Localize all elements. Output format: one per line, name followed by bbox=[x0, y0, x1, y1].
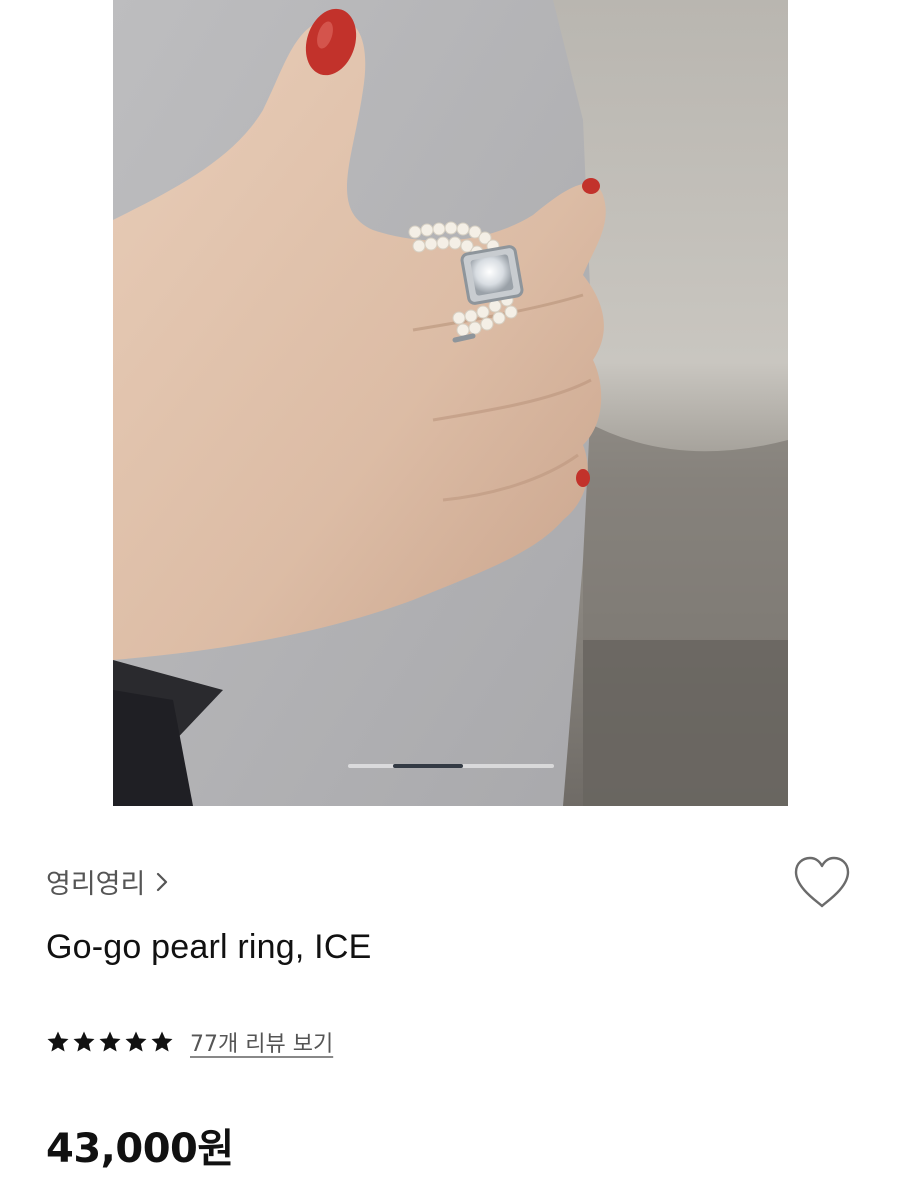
rating-row: 77개 리뷰 보기 bbox=[46, 1026, 333, 1058]
product-photo-illustration bbox=[113, 0, 788, 806]
carousel-indicator[interactable] bbox=[348, 764, 554, 768]
brand-name: 영리영리 bbox=[46, 869, 146, 900]
star-rating bbox=[46, 1030, 174, 1054]
carousel-indicator-active bbox=[393, 764, 463, 768]
star-filled-icon bbox=[125, 1031, 147, 1052]
chevron-right-icon bbox=[157, 872, 168, 891]
star-filled-icon bbox=[47, 1031, 69, 1052]
heart-outline-icon[interactable] bbox=[790, 852, 854, 914]
product-price: 43,000원 bbox=[46, 1126, 234, 1172]
brand-link[interactable]: 영리영리 bbox=[46, 862, 169, 901]
product-title: Go-go pearl ring, ICE bbox=[46, 928, 372, 966]
star-filled-icon bbox=[73, 1031, 95, 1052]
star-filled-icon bbox=[99, 1031, 121, 1052]
review-link[interactable]: 77개 리뷰 보기 bbox=[190, 1026, 333, 1058]
product-image[interactable] bbox=[113, 0, 788, 806]
star-filled-icon bbox=[151, 1031, 173, 1052]
